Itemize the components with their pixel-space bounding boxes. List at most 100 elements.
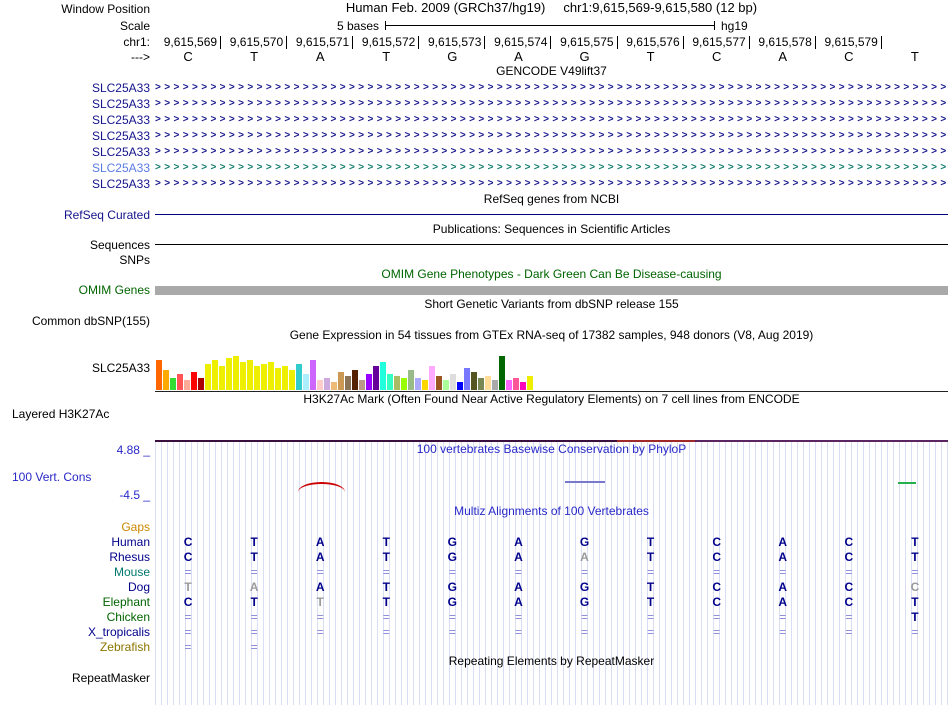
omim-gene-bar[interactable] (155, 285, 948, 295)
gtex-tissue-bar[interactable] (513, 378, 519, 390)
gtex-tissue-bar[interactable] (485, 376, 491, 390)
refseq-track-title[interactable]: RefSeq genes from NCBI (155, 192, 948, 206)
gtex-tissue-bar[interactable] (401, 378, 407, 390)
species-label[interactable]: X_tropicalis (0, 625, 155, 639)
refseq-curated-label[interactable]: RefSeq Curated (0, 208, 155, 222)
gtex-tissue-bar[interactable] (359, 380, 365, 390)
phylop-track-title[interactable]: 100 vertebrates Basewise Conservation by… (155, 442, 948, 456)
gtex-tissue-bar[interactable] (338, 372, 344, 390)
gtex-tissue-bar[interactable] (415, 378, 421, 390)
omim-genes-label[interactable]: OMIM Genes (0, 283, 155, 297)
gtex-tissue-bar[interactable] (492, 380, 498, 390)
repeatmasker-label[interactable]: RepeatMasker (0, 671, 155, 685)
multiz-species-row[interactable]: Zebrafish = = (0, 639, 950, 654)
gene-label[interactable]: SLC25A33 (0, 81, 155, 95)
species-label[interactable]: Rhesus (0, 550, 155, 564)
multiz-species-row[interactable]: Chicken = = = = = = = = = = = T (0, 609, 950, 624)
sequences-track[interactable] (155, 237, 948, 252)
gtex-tissue-bar[interactable] (478, 378, 484, 390)
gencode-transcript-row[interactable]: SLC25A33 >>>>>>>>>>>>>>>>>>>>>>>>>>>>>>>>… (0, 128, 950, 144)
gtex-tissue-bar[interactable] (247, 360, 253, 390)
gtex-expression-chart[interactable] (155, 344, 948, 392)
gtex-tissue-bar[interactable] (408, 370, 414, 390)
transcript-track[interactable]: >>>>>>>>>>>>>>>>>>>>>>>>>>>>>>>>>>>>>>>>… (155, 160, 948, 176)
common-dbsnp-label[interactable]: Common dbSNP(155) (0, 314, 155, 328)
phylop-track-label[interactable]: 100 Vert. Cons (12, 470, 91, 484)
gtex-tissue-bar[interactable] (296, 364, 302, 390)
h3k27ac-signal-track[interactable] (155, 421, 948, 442)
gene-label[interactable]: SLC25A33 (0, 161, 155, 175)
transcript-track[interactable]: >>>>>>>>>>>>>>>>>>>>>>>>>>>>>>>>>>>>>>>>… (155, 80, 948, 96)
gtex-tissue-bar[interactable] (177, 374, 183, 390)
gene-label[interactable]: SLC25A33 (0, 97, 155, 111)
gtex-tissue-bar[interactable] (219, 366, 225, 390)
multiz-species-row[interactable]: Mouse = = = = = = = = = = = = (0, 564, 950, 579)
species-label[interactable]: Elephant (0, 595, 155, 609)
gtex-tissue-bar[interactable] (450, 374, 456, 390)
snps-row[interactable]: SNPs (0, 252, 950, 267)
gtex-tissue-bar[interactable] (226, 358, 232, 390)
gtex-tissue-bar[interactable] (317, 380, 323, 390)
gtex-tissue-bar[interactable] (303, 374, 309, 390)
gtex-tissue-bar[interactable] (156, 360, 162, 390)
gtex-tissue-bar[interactable] (324, 378, 330, 390)
gtex-tissue-bar[interactable] (366, 374, 372, 390)
gtex-tissue-bar[interactable] (268, 362, 274, 390)
gencode-track-title[interactable]: GENCODE V49lift37 (155, 64, 948, 78)
gtex-tissue-bar[interactable] (261, 364, 267, 390)
transcript-track[interactable]: >>>>>>>>>>>>>>>>>>>>>>>>>>>>>>>>>>>>>>>>… (155, 96, 948, 112)
gtex-bar-chart[interactable] (156, 356, 533, 390)
gtex-tissue-bar[interactable] (527, 376, 533, 390)
gtex-tissue-bar[interactable] (499, 356, 505, 390)
dbsnp-track-title[interactable]: Short Genetic Variants from dbSNP releas… (155, 297, 948, 311)
gtex-tissue-bar[interactable] (212, 360, 218, 390)
multiz-species-row[interactable]: Dog T A A T G A G T C A C C (0, 579, 950, 594)
gtex-tissue-bar[interactable] (387, 374, 393, 390)
gtex-tissue-bar[interactable] (429, 366, 435, 390)
gtex-tissue-bar[interactable] (464, 368, 470, 390)
species-label[interactable]: Gaps (0, 520, 155, 534)
species-label[interactable]: Chicken (0, 610, 155, 624)
gene-label[interactable]: SLC25A33 (0, 145, 155, 159)
gene-label[interactable]: SLC25A33 (0, 113, 155, 127)
omim-genes-track[interactable] (155, 283, 948, 297)
multiz-species-row[interactable]: Human C T A T G A G T C A C T (0, 534, 950, 549)
transcript-track[interactable]: >>>>>>>>>>>>>>>>>>>>>>>>>>>>>>>>>>>>>>>>… (155, 112, 948, 128)
gtex-tissue-bar[interactable] (380, 362, 386, 390)
transcript-track[interactable]: >>>>>>>>>>>>>>>>>>>>>>>>>>>>>>>>>>>>>>>>… (155, 144, 948, 160)
multiz-species-row[interactable]: Rhesus C T A T G A A T C A C T (0, 549, 950, 564)
publications-track-title[interactable]: Publications: Sequences in Scientific Ar… (155, 222, 948, 236)
multiz-species-row[interactable]: Elephant C T T T G A G T C A C T (0, 594, 950, 609)
gtex-tissue-bar[interactable] (289, 370, 295, 390)
transcript-track[interactable]: >>>>>>>>>>>>>>>>>>>>>>>>>>>>>>>>>>>>>>>>… (155, 128, 948, 144)
layered-h3k27ac-label[interactable]: Layered H3K27Ac (0, 407, 155, 421)
gtex-tissue-bar[interactable] (310, 360, 316, 390)
species-label[interactable]: Dog (0, 580, 155, 594)
gtex-tissue-bar[interactable] (457, 382, 463, 390)
omim-track-title[interactable]: OMIM Gene Phenotypes - Dark Green Can Be… (155, 267, 948, 281)
sequences-row[interactable]: Sequences (0, 237, 950, 252)
gencode-transcript-row[interactable]: SLC25A33 >>>>>>>>>>>>>>>>>>>>>>>>>>>>>>>>… (0, 80, 950, 96)
gtex-tissue-bar[interactable] (422, 380, 428, 390)
species-label[interactable]: Zebrafish (0, 640, 155, 654)
phylop-chart-row[interactable]: 100 Vert. Cons -4.5 _ (0, 458, 950, 504)
gtex-tissue-bar[interactable] (275, 368, 281, 390)
gtex-tissue-bar[interactable] (352, 370, 358, 390)
common-dbsnp-row[interactable]: Common dbSNP(155) (0, 313, 950, 328)
gencode-transcript-row[interactable]: SLC25A33 >>>>>>>>>>>>>>>>>>>>>>>>>>>>>>>>… (0, 144, 950, 160)
refseq-curated-track[interactable] (155, 207, 948, 222)
gtex-tissue-bar[interactable] (345, 376, 351, 390)
layered-h3k27ac-row[interactable]: Layered H3K27Ac (0, 407, 950, 421)
gtex-tissue-bar[interactable] (191, 372, 197, 390)
gtex-tissue-bar[interactable] (506, 380, 512, 390)
gtex-tissue-bar[interactable] (163, 370, 169, 390)
multiz-track-title[interactable]: Multiz Alignments of 100 Vertebrates (155, 504, 948, 518)
multiz-species-row[interactable]: Gaps (0, 520, 950, 534)
species-label[interactable]: Mouse (0, 565, 155, 579)
gtex-tissue-bar[interactable] (240, 362, 246, 390)
gtex-tissue-bar[interactable] (198, 378, 204, 390)
gtex-track-title[interactable]: Gene Expression in 54 tissues from GTEx … (155, 328, 948, 342)
gencode-transcript-row[interactable]: SLC25A33 >>>>>>>>>>>>>>>>>>>>>>>>>>>>>>>>… (0, 112, 950, 128)
gencode-transcript-row[interactable]: SLC25A33 >>>>>>>>>>>>>>>>>>>>>>>>>>>>>>>>… (0, 160, 950, 176)
gtex-tissue-bar[interactable] (205, 364, 211, 390)
